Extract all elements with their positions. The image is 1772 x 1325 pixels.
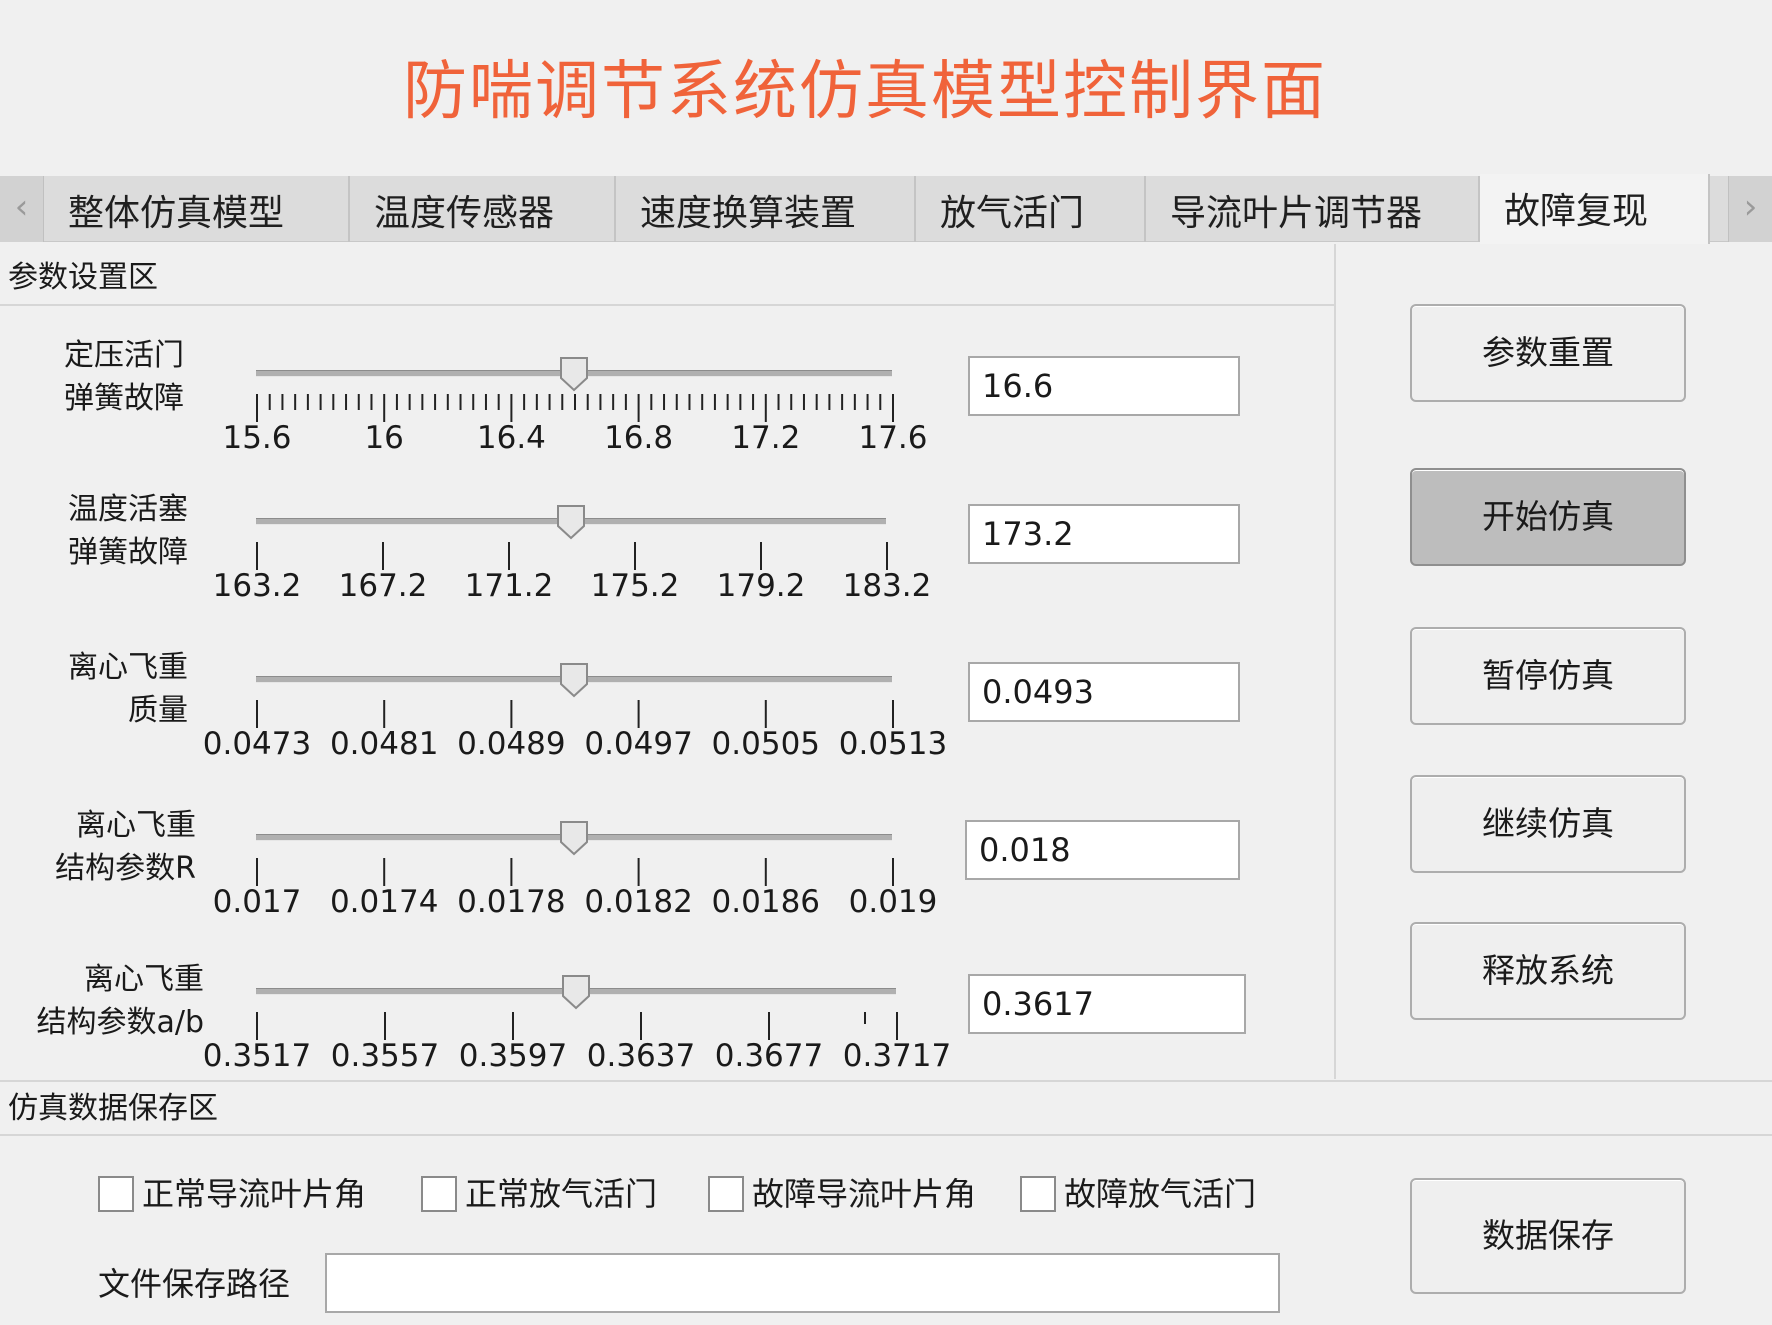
app-window: 防喘调节系统仿真模型控制界面 ‹ 整体仿真模型 温度传感器 速度换算装置 放气活… (0, 0, 1772, 1325)
slider-tick-label: 16.8 (604, 420, 674, 456)
tab-speed-converter[interactable]: 速度换算装置 (616, 176, 916, 242)
file-path-label: 文件保存路径 (98, 1265, 291, 1303)
slider-label: 离心飞重 质量 (68, 650, 188, 728)
slider-value-field[interactable]: 0.0493 (968, 662, 1240, 722)
slider-label: 定压活门 弹簧故障 (64, 338, 184, 416)
release-system-button[interactable]: 释放系统 (1410, 922, 1686, 1020)
slider-thumb[interactable] (561, 974, 591, 1010)
save-data-button[interactable]: 数据保存 (1410, 1178, 1686, 1294)
slider-tick-label: 0.0497 (584, 726, 693, 762)
slider-tick-label: 0.3517 (202, 1038, 312, 1074)
file-path-input[interactable] (325, 1253, 1280, 1313)
slider-thumb[interactable] (556, 504, 586, 540)
checkbox-normal-guide-vane-angle[interactable]: 正常导流叶片角 (98, 1172, 366, 1216)
slider-tick-label: 183.2 (842, 568, 932, 604)
tab-temperature-sensor[interactable]: 温度传感器 (350, 176, 616, 242)
tab-whole-model[interactable]: 整体仿真模型 (44, 176, 350, 242)
checkbox-label: 故障放气活门 (1064, 1175, 1257, 1213)
chevron-left-icon[interactable]: ‹ (0, 176, 44, 242)
slider-tick-label: 17.6 (858, 420, 928, 456)
slider-tick-label: 0.3637 (586, 1038, 696, 1074)
slider-value-field[interactable]: 173.2 (968, 504, 1240, 564)
slider-tick-label: 0.3597 (458, 1038, 568, 1074)
slider-tick-label: 0.0186 (711, 884, 821, 920)
slider-tick-label: 17.2 (731, 420, 801, 456)
tab-guide-vane-regulator[interactable]: 导流叶片调节器 (1146, 176, 1480, 242)
checkbox-fault-guide-vane-angle[interactable]: 故障导流叶片角 (708, 1172, 976, 1216)
checkbox-fault-bleed-valve[interactable]: 故障放气活门 (1020, 1172, 1256, 1216)
tab-bar: ‹ 整体仿真模型 温度传感器 速度换算装置 放气活门 导流叶片调节器 故障复现 … (0, 174, 1772, 244)
slider-value-field[interactable]: 0.018 (965, 820, 1240, 880)
checkbox-label: 正常放气活门 (465, 1175, 658, 1213)
checkbox-box[interactable] (708, 1176, 744, 1212)
slider-tick-label: 171.2 (464, 568, 554, 604)
tab-bleed-valve[interactable]: 放气活门 (916, 176, 1146, 242)
pause-simulation-button[interactable]: 暂停仿真 (1410, 627, 1686, 725)
slider-tick-label: 0.0481 (329, 726, 439, 762)
slider-tick-label: 0.0178 (457, 884, 566, 920)
slider-tick-label: 0.017 (212, 884, 302, 920)
slider-thumb[interactable] (559, 662, 589, 698)
slider-tick-label: 16 (364, 420, 404, 456)
slider-thumb[interactable] (559, 820, 589, 856)
slider-value-field[interactable]: 16.6 (968, 356, 1240, 416)
reset-params-button[interactable]: 参数重置 (1410, 304, 1686, 402)
checkbox-box[interactable] (421, 1176, 457, 1212)
page-title: 防喘调节系统仿真模型控制界面 (403, 55, 1327, 129)
checkbox-label: 故障导流叶片角 (752, 1175, 977, 1213)
checkbox-label: 正常导流叶片角 (142, 1175, 367, 1213)
chevron-right-icon[interactable]: › (1728, 176, 1772, 242)
slider-tick-label: 0.0489 (457, 726, 566, 762)
slider-tick-label: 0.3717 (842, 1038, 952, 1074)
slider-tick-label: 167.2 (338, 568, 428, 604)
slider-tick-label: 15.6 (222, 420, 292, 456)
slider-value-field[interactable]: 0.3617 (968, 974, 1246, 1034)
slider-label: 离心飞重 结构参数a/b (36, 962, 204, 1040)
tab-fault-reproduction[interactable]: 故障复现 (1480, 174, 1710, 244)
slider-tick-label: 0.019 (848, 884, 938, 920)
slider-tick-label: 179.2 (716, 568, 806, 604)
resume-simulation-button[interactable]: 继续仿真 (1410, 775, 1686, 873)
slider-tick-label: 0.0182 (584, 884, 693, 920)
start-simulation-button[interactable]: 开始仿真 (1410, 468, 1686, 566)
slider-label: 离心飞重 结构参数R (55, 808, 196, 886)
slider-tick-label: 16.4 (476, 420, 546, 456)
slider-tick-label: 0.3677 (714, 1038, 824, 1074)
params-panel-heading: 参数设置区 (0, 254, 1335, 306)
checkbox-normal-bleed-valve[interactable]: 正常放气活门 (421, 1172, 657, 1216)
panel-divider (1334, 244, 1336, 1079)
slider-label: 温度活塞 弹簧故障 (68, 492, 188, 570)
slider-tick-label: 0.3557 (330, 1038, 440, 1074)
slider-tick-label: 163.2 (212, 568, 302, 604)
checkbox-box[interactable] (1020, 1176, 1056, 1212)
slider-tick-label: 0.0513 (838, 726, 948, 762)
slider-tick-label: 175.2 (590, 568, 680, 604)
slider-tick-label: 0.0473 (202, 726, 312, 762)
slider-tick-label: 0.0174 (329, 884, 439, 920)
slider-thumb[interactable] (559, 356, 589, 392)
slider-tick-label: 0.0505 (711, 726, 821, 762)
save-panel-heading: 仿真数据保存区 (0, 1080, 1772, 1136)
checkbox-box[interactable] (98, 1176, 134, 1212)
